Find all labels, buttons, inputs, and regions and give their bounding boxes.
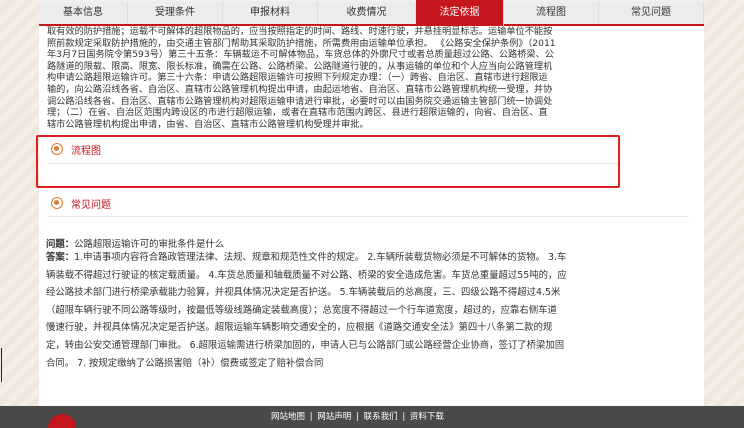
answer-line: （超限车辆行驶不同公路等级时，按最低等级线路确定装载高度）；总宽度不得超过一个行… (46, 304, 557, 316)
faq-answer: 答案：1.申请事项内容符合路政管理法律、法规、规章和规范性文件的规定。 2.车辆… (46, 249, 696, 372)
tab-faq[interactable]: 常见问题 (599, 2, 704, 24)
footer-link-sitemap[interactable]: 网站地图 (271, 412, 305, 422)
footer-link-contact[interactable]: 联系我们 (364, 412, 398, 422)
page-background-left (0, 0, 40, 408)
tab-legal-basis[interactable]: 法定依据 (416, 0, 504, 26)
faq-section-header: 常见问题 (51, 193, 111, 213)
legal-line: 照前款规定采取防护措施的，由交通主管部门帮助其采取防护措施，所需费用由运输单位承… (47, 37, 556, 49)
answer-line: 慢速行驶，并视具体情况决定是否护送。超限运输车辆影响交通安全的，应根据《道路交通… (46, 322, 553, 334)
content-panel: 基本信息 受理条件 申报材料 收费情况 法定依据 流程图 常见问题 取有效的防护… (39, 0, 704, 406)
footer-separator: | (356, 412, 359, 422)
answer-line: 辆装载不得超过行驶证的核定载质量。 4.车货总质量和轴载质量不对公路、桥梁的安全… (46, 269, 567, 281)
page-background-right (704, 0, 744, 408)
tab-application-materials[interactable]: 申报材料 (223, 2, 318, 24)
answer-line: 合同。 7. 按规定缴纳了公路损害赔（补）偿费或签定了赔补偿合同 (46, 357, 324, 369)
answer-line: 经公路技术部门进行桥梁承载能力验算，并视具体情况决定是否护送。 5.车辆装载后的… (46, 287, 561, 299)
answer-line: 1.申请事项内容符合路政管理法律、法规、规章和规范性文件的规定。 2.车辆所装载… (74, 252, 567, 263)
faq-question: 问题：公路超限运输许可的审批条件是什么 (46, 236, 696, 250)
legal-line: 调公路沿线各省、自治区、直辖市公路管理机构对超限运输申请进行审批，必要时可以由国… (47, 95, 553, 107)
flowchart-highlight-box (36, 135, 620, 188)
legal-line: 输的，向公路沿线各省、自治区、直辖市公路管理机构提出申请，由起运地省、自治区、直… (47, 84, 553, 95)
section-divider (49, 216, 689, 217)
legal-line: 辖市公路管理机构提出申请，由省、自治区、直辖市公路管理机构受理并审批。 (47, 118, 369, 130)
section-bullet-icon (51, 197, 63, 209)
legal-line: 路隧道的限载、限高、限宽、限长标准，确需在公路、公路桥梁、公路隧道行驶的，从事运… (47, 60, 553, 72)
faq-title: 常见问题 (71, 199, 111, 211)
legal-line: 取有效的防护措施；运载不可解体的超限物品的，应当按照指定的时间、路线、时速行驶，… (47, 26, 553, 37)
emblem-icon (48, 414, 76, 428)
footer: 网站地图 | 网站声明 | 联系我们 | 资料下载 (0, 406, 744, 428)
answer-line: 定，转由公安交通管理部门审批。 6.超限运输需进行桥梁加固的，申请人已与公路部门… (46, 339, 565, 351)
footer-links: 网站地图 | 网站声明 | 联系我们 | 资料下载 (270, 410, 445, 422)
legal-line: 构申请公路超限运输许可。第三十六条：申请公路超限运输许可按照下列规定办理：（一）… (47, 72, 548, 84)
legal-line: 年3月7日国务院令第593号）第三十五条：车辆载运不可解体物品，车货总体的外廓尺… (47, 49, 554, 61)
tab-bar: 基本信息 受理条件 申报材料 收费情况 法定依据 流程图 常见问题 (39, 0, 704, 26)
tab-flowchart[interactable]: 流程图 (504, 2, 599, 24)
footer-link-statement[interactable]: 网站声明 (317, 412, 351, 422)
tab-fees[interactable]: 收费情况 (318, 2, 416, 24)
footer-separator: | (402, 412, 406, 422)
footer-link-downloads[interactable]: 资料下载 (410, 412, 444, 422)
tab-basic-info[interactable]: 基本信息 (39, 2, 128, 24)
legal-line: 理；（二）在省、自治区范围内跨设区的市进行超限运输，或者在直辖市范围内跨区、县进… (47, 107, 548, 119)
footer-separator: | (309, 412, 313, 422)
answer-label: 答案： (46, 252, 75, 263)
text-cursor (1, 348, 2, 382)
tab-acceptance-conditions[interactable]: 受理条件 (128, 2, 223, 24)
